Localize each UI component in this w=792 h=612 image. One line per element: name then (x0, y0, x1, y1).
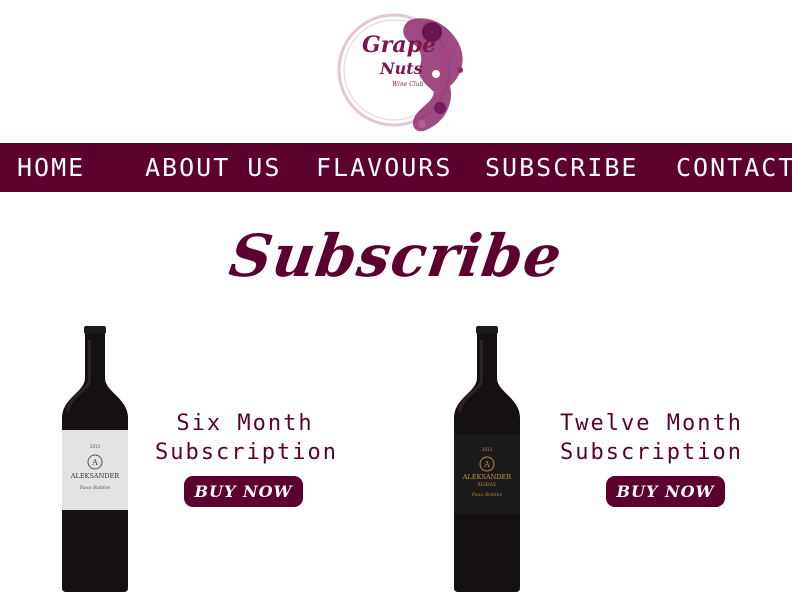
brand-tagline: Wine Club (392, 81, 424, 88)
page-title: Subscribe (225, 222, 567, 290)
nav-flavours[interactable]: FLAVOURS (316, 143, 452, 192)
wine-stain-logo-icon: Grape Nuts Wine Club (337, 13, 463, 132)
six-bottle-region: Paso Robles (79, 485, 111, 491)
svg-text:A: A (483, 460, 490, 469)
brand-line1: Grape (362, 32, 436, 58)
nav-home[interactable]: HOME (17, 143, 85, 192)
six-month-line1: Six Month (176, 411, 314, 436)
six-month-bottle-label (62, 430, 128, 510)
nav-about-us[interactable]: ABOUT US (145, 143, 281, 192)
twelve-month-wine-bottle-image: A 2013 ALEKSANDER RESERVE Paso Robles (452, 326, 522, 592)
twelve-bottle-year: 2013 (482, 447, 493, 452)
twelve-month-line2: Subscription (560, 440, 743, 465)
logo: Grape Nuts Wine Club (322, 8, 472, 136)
buy-now-twelve-month-button[interactable]: BUY NOW (606, 476, 725, 507)
twelve-month-subscription-title: Twelve Month Subscription (560, 409, 742, 467)
twelve-bottle-brand: ALEKSANDER (462, 473, 512, 481)
twelve-bottle-region: Paso Robles (471, 492, 503, 498)
six-bottle-year: 2015 (90, 444, 101, 449)
main-nav: HOME ABOUT US FLAVOURS SUBSCRIBE CONTACT (0, 143, 792, 192)
nav-contact[interactable]: CONTACT (676, 143, 792, 192)
six-month-subscription-title: Six Month Subscription (155, 409, 338, 467)
six-bottle-brand: ALEKSANDER (70, 472, 120, 480)
svg-text:A: A (91, 458, 98, 467)
brand-line2: Nuts (379, 59, 423, 78)
six-month-wine-bottle-image: A 2015 ALEKSANDER Paso Robles (60, 326, 130, 592)
nav-subscribe[interactable]: SUBSCRIBE (485, 143, 638, 192)
buy-now-six-month-button[interactable]: BUY NOW (184, 476, 303, 507)
twelve-bottle-sub: RESERVE (478, 482, 497, 487)
six-month-line2: Subscription (155, 440, 338, 465)
twelve-month-line1: Twelve Month (560, 411, 743, 436)
